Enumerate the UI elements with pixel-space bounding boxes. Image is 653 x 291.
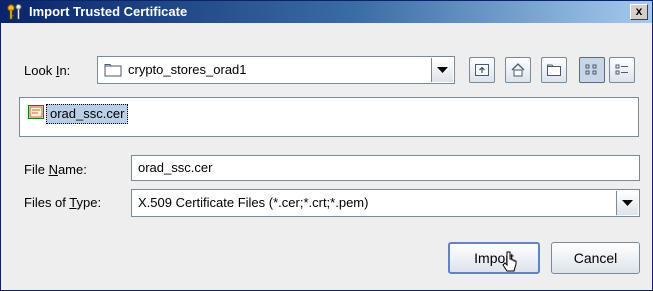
list-view-icon: [585, 64, 597, 75]
home-button[interactable]: [505, 57, 531, 83]
keys-app-icon: [7, 3, 22, 20]
cancel-button[interactable]: Cancel: [551, 242, 640, 274]
list-view-button[interactable]: [579, 57, 605, 83]
files-of-type-label: Files of Type:: [24, 195, 102, 210]
mouse-pointer-icon: [502, 251, 517, 272]
title-bar[interactable]: Import Trusted Certificate x: [1, 1, 652, 23]
new-folder-icon: [547, 64, 561, 76]
files-of-type-value: X.509 Certificate Files (*.cer;*.crt;*.p…: [138, 195, 369, 210]
import-button[interactable]: Import: [448, 242, 540, 274]
look-in-value: crypto_stores_orad1: [128, 62, 247, 77]
look-in-label: Look In:: [24, 63, 71, 78]
look-in-dropdown-button[interactable]: [431, 58, 453, 82]
up-one-level-icon: [475, 64, 489, 76]
chevron-down-icon: [622, 200, 633, 206]
up-one-level-button[interactable]: [469, 57, 495, 83]
file-name-label: File Name:: [24, 162, 87, 177]
home-icon: [511, 63, 525, 77]
details-view-icon: [615, 64, 628, 75]
details-view-button[interactable]: [609, 57, 635, 83]
file-name-field[interactable]: orad_ssc.cer: [131, 155, 640, 181]
import-trusted-certificate-dialog: Import Trusted Certificate x Look In: cr…: [0, 0, 653, 291]
close-button[interactable]: x: [630, 4, 648, 20]
close-icon: x: [635, 4, 643, 18]
files-of-type-combo[interactable]: X.509 Certificate Files (*.cer;*.crt;*.p…: [131, 189, 640, 217]
certificate-icon: [28, 105, 44, 119]
file-item-name: orad_ssc.cer: [46, 104, 129, 124]
files-of-type-dropdown-button[interactable]: [616, 191, 638, 215]
file-list[interactable]: orad_ssc.cer: [19, 97, 639, 137]
new-folder-button[interactable]: [541, 57, 567, 83]
dialog-title: Import Trusted Certificate: [29, 4, 188, 19]
look-in-combo[interactable]: crypto_stores_orad1: [97, 56, 455, 84]
chevron-down-icon: [437, 67, 448, 73]
folder-icon: [104, 64, 122, 77]
